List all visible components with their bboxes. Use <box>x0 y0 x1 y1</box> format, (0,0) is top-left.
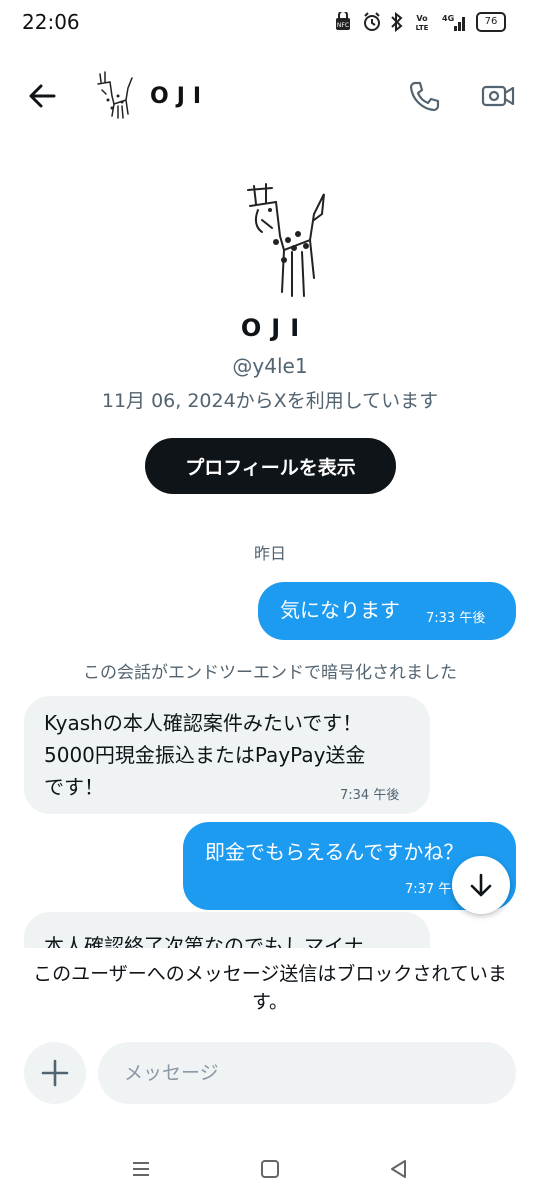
view-profile-button[interactable]: プロフィールを表示 <box>145 438 396 494</box>
day-separator: 昨日 <box>253 544 286 563</box>
header-avatar[interactable] <box>88 70 136 124</box>
svg-text:LTE: LTE <box>416 24 429 32</box>
back-nav-button[interactable] <box>384 1154 414 1184</box>
profile-avatar[interactable] <box>232 180 332 302</box>
battery-icon: 76 <box>476 12 506 32</box>
nfc-icon: NFC <box>336 12 350 30</box>
back-arrow-icon <box>29 84 56 108</box>
blocked-notice: このユーザーへのメッセージ送信はブロックされています。 <box>33 963 507 1013</box>
svg-text:Vo: Vo <box>416 14 428 23</box>
message-text: 気になります <box>280 598 400 622</box>
recent-apps-button[interactable] <box>126 1154 156 1184</box>
arrow-down-icon <box>470 873 492 897</box>
call-button[interactable] <box>406 78 442 114</box>
scroll-to-bottom-button[interactable] <box>452 856 510 914</box>
message-text: 即金でもらえるんですかね？ <box>205 840 464 864</box>
square-icon <box>261 1160 279 1178</box>
profile-name: OJI <box>240 314 310 342</box>
volte-icon: Vo LTE <box>416 14 429 32</box>
system-nav-bar <box>0 1140 540 1200</box>
svg-text:4G: 4G <box>442 14 454 23</box>
profile-joined-date: 11月 06, 2024からXを利用しています <box>101 390 439 412</box>
status-icons: NFC Vo LTE 4G 76 <box>334 12 506 32</box>
phone-icon <box>409 81 440 112</box>
encryption-notice: この会話がエンドツーエンドで暗号化されました <box>83 663 457 683</box>
back-button[interactable] <box>24 78 60 114</box>
video-call-button[interactable] <box>480 78 516 114</box>
message-bubble-outgoing[interactable]: 気になります 7:33 午後 <box>258 582 516 640</box>
message-bubble-incoming[interactable]: Kyashの本人確認案件みたいです！ 5000円現金振込またはPayPay送金 … <box>24 696 430 814</box>
triangle-back-icon <box>391 1160 406 1178</box>
message-input[interactable] <box>98 1042 516 1104</box>
profile-handle: @y4le1 <box>232 354 308 378</box>
4g-signal-icon: 4G <box>442 14 465 31</box>
video-icon <box>481 85 515 107</box>
alarm-icon <box>364 12 380 31</box>
plus-icon <box>41 1059 69 1087</box>
header-name[interactable]: OJI <box>150 84 209 109</box>
message-text: Kyashの本人確認案件みたいです！ 5000円現金振込またはPayPay送金 … <box>44 711 366 799</box>
message-time: 7:34 午後 <box>340 788 400 803</box>
chat-header: OJI <box>0 62 540 132</box>
message-time: 7:33 午後 <box>426 611 486 626</box>
menu-lines-icon <box>133 1162 149 1176</box>
status-bar: 22:06 NFC Vo LTE 4G 76 <box>0 0 540 48</box>
add-media-button[interactable] <box>24 1042 86 1104</box>
home-button[interactable] <box>255 1154 285 1184</box>
bluetooth-icon <box>391 12 403 32</box>
status-time: 22:06 <box>22 10 80 34</box>
svg-text:NFC: NFC <box>337 22 349 29</box>
